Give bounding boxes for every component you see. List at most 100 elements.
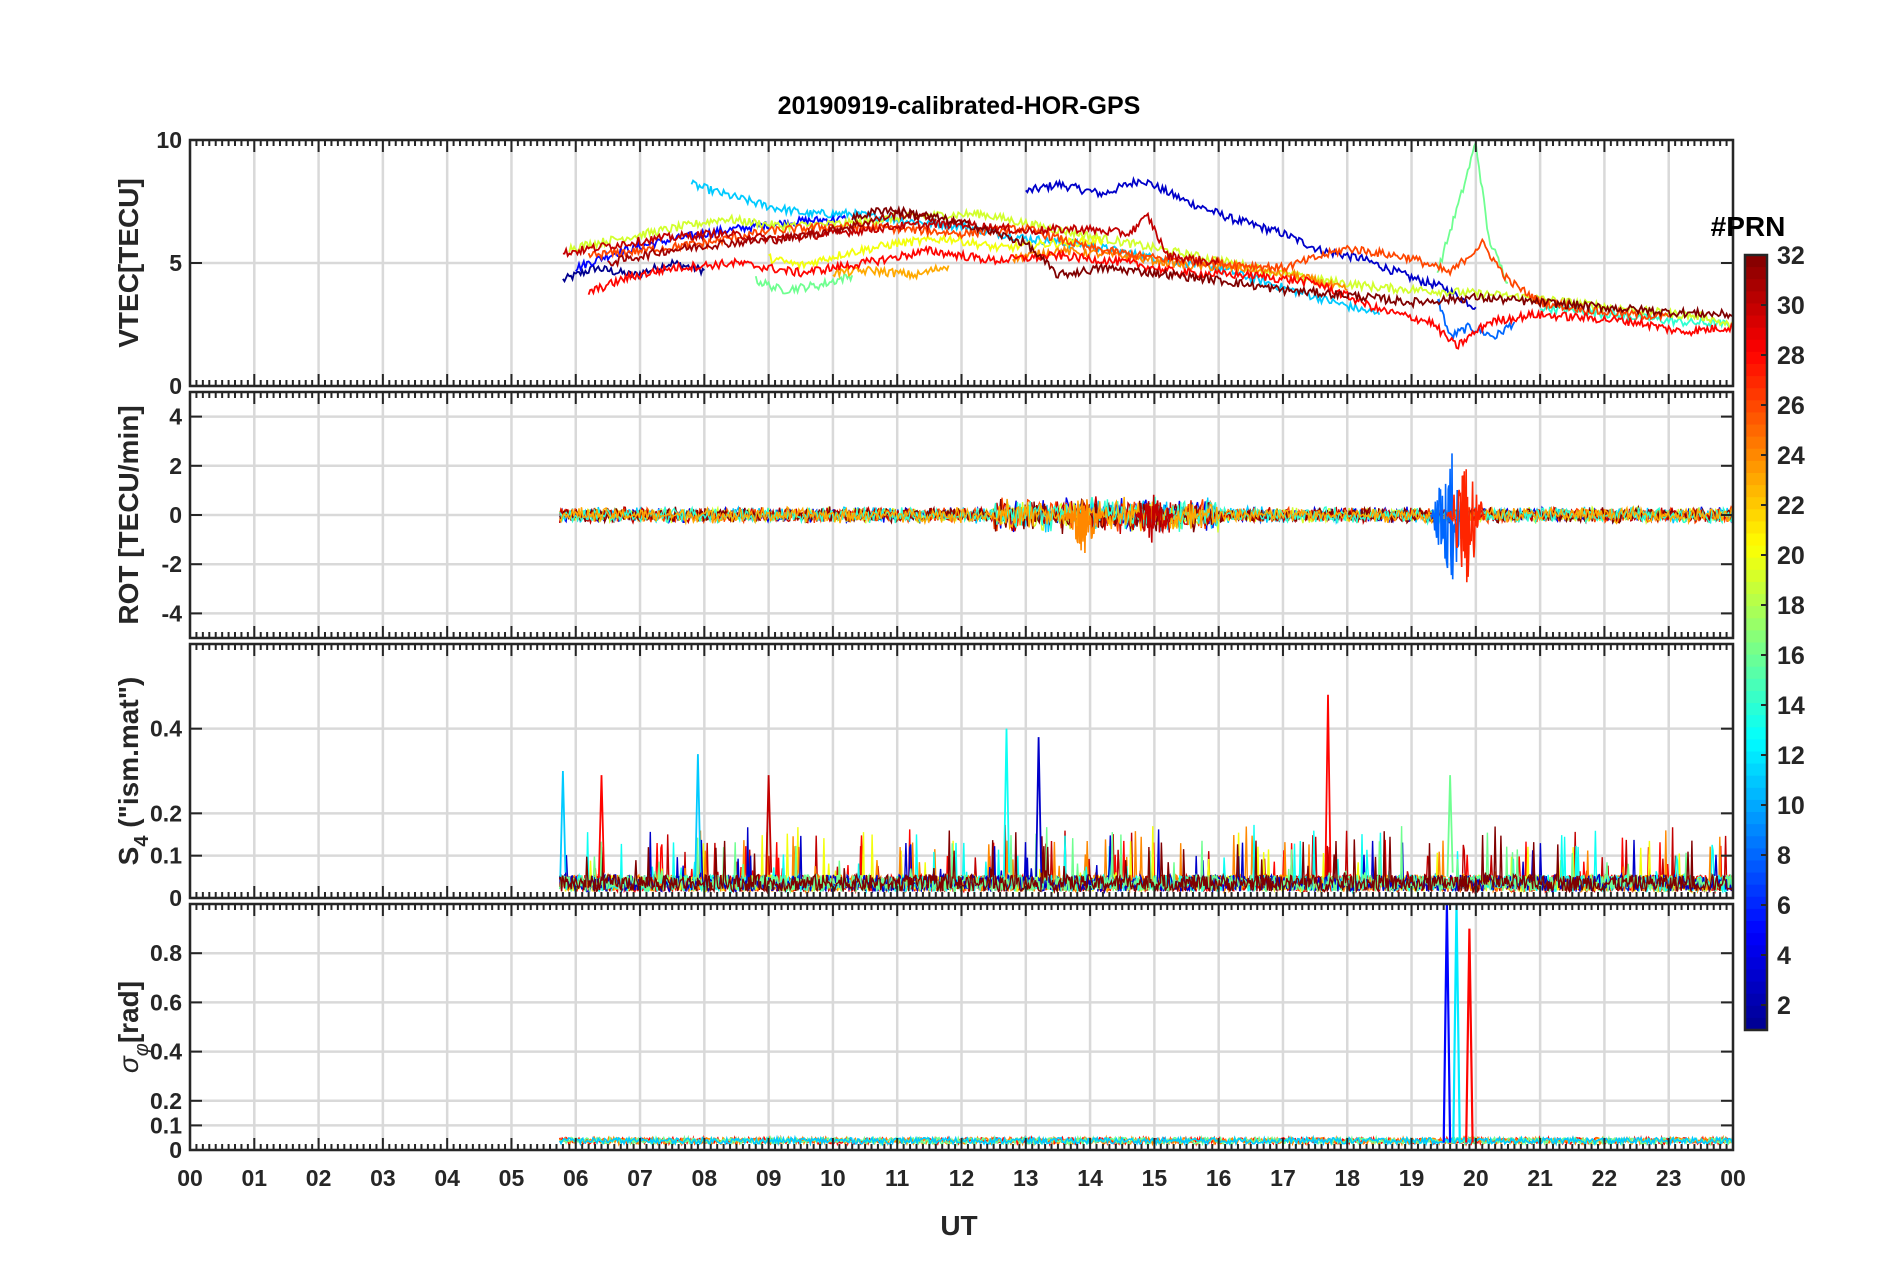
x-tick-label: 20 bbox=[1463, 1165, 1489, 1191]
x-tick-label: 22 bbox=[1592, 1165, 1618, 1191]
colorbar-swatch bbox=[1745, 945, 1767, 958]
colorbar-swatch bbox=[1745, 606, 1767, 619]
colorbar-swatch bbox=[1745, 497, 1767, 510]
colorbar-swatch bbox=[1745, 1017, 1767, 1031]
x-tick-label: 18 bbox=[1334, 1165, 1360, 1191]
colorbar-swatch bbox=[1745, 908, 1767, 922]
x-tick-label: 00 bbox=[177, 1165, 203, 1191]
x-tick-label: 09 bbox=[756, 1165, 782, 1191]
colorbar-swatch bbox=[1745, 860, 1767, 874]
colorbar-swatch bbox=[1745, 376, 1767, 389]
x-tick-label: 16 bbox=[1206, 1165, 1232, 1191]
panels: 0510VTEC[TECU]-4-2024ROT [TECU/min]00.10… bbox=[113, 127, 1735, 1163]
x-tick-label: 11 bbox=[885, 1165, 910, 1191]
colorbar-swatch bbox=[1745, 763, 1767, 777]
colorbar-tick-label: 4 bbox=[1777, 942, 1791, 970]
x-tick-label: 03 bbox=[370, 1165, 396, 1191]
colorbar-swatch bbox=[1745, 339, 1767, 353]
colorbar-tick-label: 18 bbox=[1777, 592, 1805, 620]
colorbar-swatch bbox=[1745, 618, 1767, 631]
x-tick-label: 17 bbox=[1270, 1165, 1296, 1191]
colorbar-swatch bbox=[1745, 545, 1767, 559]
colorbar-swatch bbox=[1745, 412, 1767, 426]
x-tick-label: 21 bbox=[1527, 1165, 1553, 1191]
colorbar-tick-label: 22 bbox=[1777, 492, 1805, 520]
colorbar-swatch bbox=[1745, 787, 1767, 801]
colorbar-swatch bbox=[1745, 642, 1767, 656]
colorbar-tick-label: 14 bbox=[1777, 692, 1805, 720]
x-axis: 00 01 02 03 04 05 06 07 08 09 10 11 12 13 14 15 16 17 18 19… bbox=[177, 1165, 1746, 1191]
colorbar-tick-label: 28 bbox=[1777, 342, 1805, 370]
colorbar-swatch bbox=[1745, 824, 1767, 837]
x-tick-label: 14 bbox=[1077, 1165, 1103, 1191]
figure: 20190919-calibrated-HOR-GPS 0510VTEC[TEC… bbox=[113, 92, 1805, 1241]
colorbar-swatch bbox=[1745, 460, 1767, 474]
colorbar-swatch bbox=[1745, 872, 1767, 886]
y-tick-label: 0 bbox=[169, 373, 182, 399]
panel-s4: 0 0.1 0.2 0.4S4 ("ism.mat") bbox=[113, 642, 1735, 911]
y-tick-label: 0 bbox=[169, 1137, 182, 1163]
colorbar-swatch bbox=[1745, 267, 1767, 280]
colorbar-tick-label: 10 bbox=[1777, 792, 1805, 820]
chart-title: 20190919-calibrated-HOR-GPS bbox=[778, 92, 1141, 120]
colorbar-swatch bbox=[1745, 521, 1767, 535]
colorbar-swatch bbox=[1745, 424, 1767, 438]
y-tick-label: 0.4 bbox=[150, 1039, 182, 1065]
x-tick-label: 00 bbox=[1720, 1165, 1746, 1191]
y-axis-label: σφ[rad] bbox=[113, 981, 153, 1073]
y-tick-label: -2 bbox=[162, 551, 182, 577]
y-tick-label: 5 bbox=[169, 250, 182, 276]
y-tick-label: -4 bbox=[162, 600, 183, 626]
x-tick-label: 15 bbox=[1142, 1165, 1168, 1191]
colorbar-swatch bbox=[1745, 727, 1767, 740]
y-tick-label: 10 bbox=[156, 127, 182, 153]
colorbar-tick-label: 16 bbox=[1777, 642, 1805, 670]
colorbar-swatch bbox=[1745, 436, 1767, 450]
y-tick-label: 0.6 bbox=[150, 989, 182, 1015]
colorbar-tick-label: 12 bbox=[1777, 742, 1805, 770]
colorbar-tick-label: 32 bbox=[1777, 242, 1805, 270]
colorbar-swatch bbox=[1745, 557, 1767, 571]
x-tick-label: 12 bbox=[949, 1165, 975, 1191]
colorbar-swatch bbox=[1745, 836, 1767, 849]
y-tick-label: 0.1 bbox=[150, 843, 182, 869]
y-tick-label: 0 bbox=[169, 502, 182, 528]
y-label-main: σ bbox=[113, 1055, 144, 1073]
y-axis-label: S4 ("ism.mat") bbox=[113, 677, 153, 866]
y-tick-label: 2 bbox=[169, 453, 182, 479]
y-tick-label: 0.1 bbox=[150, 1112, 182, 1138]
colorbar-tick-label: 30 bbox=[1777, 292, 1805, 320]
colorbar-swatch bbox=[1745, 279, 1767, 292]
x-tick-label: 13 bbox=[1013, 1165, 1039, 1191]
colorbar-swatch bbox=[1745, 1005, 1767, 1019]
colorbar-tick-label: 2 bbox=[1777, 992, 1791, 1020]
colorbar-tick-label: 8 bbox=[1777, 842, 1791, 870]
y-tick-label: 0.4 bbox=[150, 716, 182, 742]
panel-rot: -4 -2 0 2 4 ROT [TECU/min] bbox=[113, 390, 1735, 640]
colorbar-swatch bbox=[1745, 678, 1767, 692]
colorbar-tick-label: 20 bbox=[1777, 542, 1805, 570]
colorbar-swatch bbox=[1745, 751, 1767, 765]
x-tick-label: 07 bbox=[627, 1165, 653, 1191]
colorbar-tick-label: 6 bbox=[1777, 892, 1791, 920]
y-label-rest: ("ism.mat") bbox=[113, 677, 144, 836]
colorbar-swatch bbox=[1745, 715, 1767, 728]
colorbar-swatch bbox=[1745, 799, 1767, 813]
colorbar-swatch bbox=[1745, 315, 1767, 329]
x-tick-label: 06 bbox=[563, 1165, 589, 1191]
x-tick-label: 08 bbox=[692, 1165, 718, 1191]
y-label-main: S bbox=[113, 847, 144, 866]
colorbar-swatch bbox=[1745, 690, 1767, 704]
x-tick-label: 02 bbox=[306, 1165, 332, 1191]
colorbar-swatch bbox=[1745, 630, 1767, 644]
panel-vtec: 0 5 10 VTEC[TECU] bbox=[113, 127, 1735, 399]
y-tick-label: 0 bbox=[169, 885, 182, 911]
colorbar-swatch bbox=[1745, 957, 1767, 971]
colorbar-swatch bbox=[1745, 933, 1767, 946]
colorbar-swatch bbox=[1745, 581, 1767, 595]
x-tick-label: 01 bbox=[241, 1165, 267, 1191]
colorbar-swatch bbox=[1745, 775, 1767, 789]
y-axis-label: ROT [TECU/min] bbox=[113, 405, 144, 624]
colorbar-swatch bbox=[1745, 472, 1767, 486]
x-axis-label: UT bbox=[940, 1210, 977, 1241]
